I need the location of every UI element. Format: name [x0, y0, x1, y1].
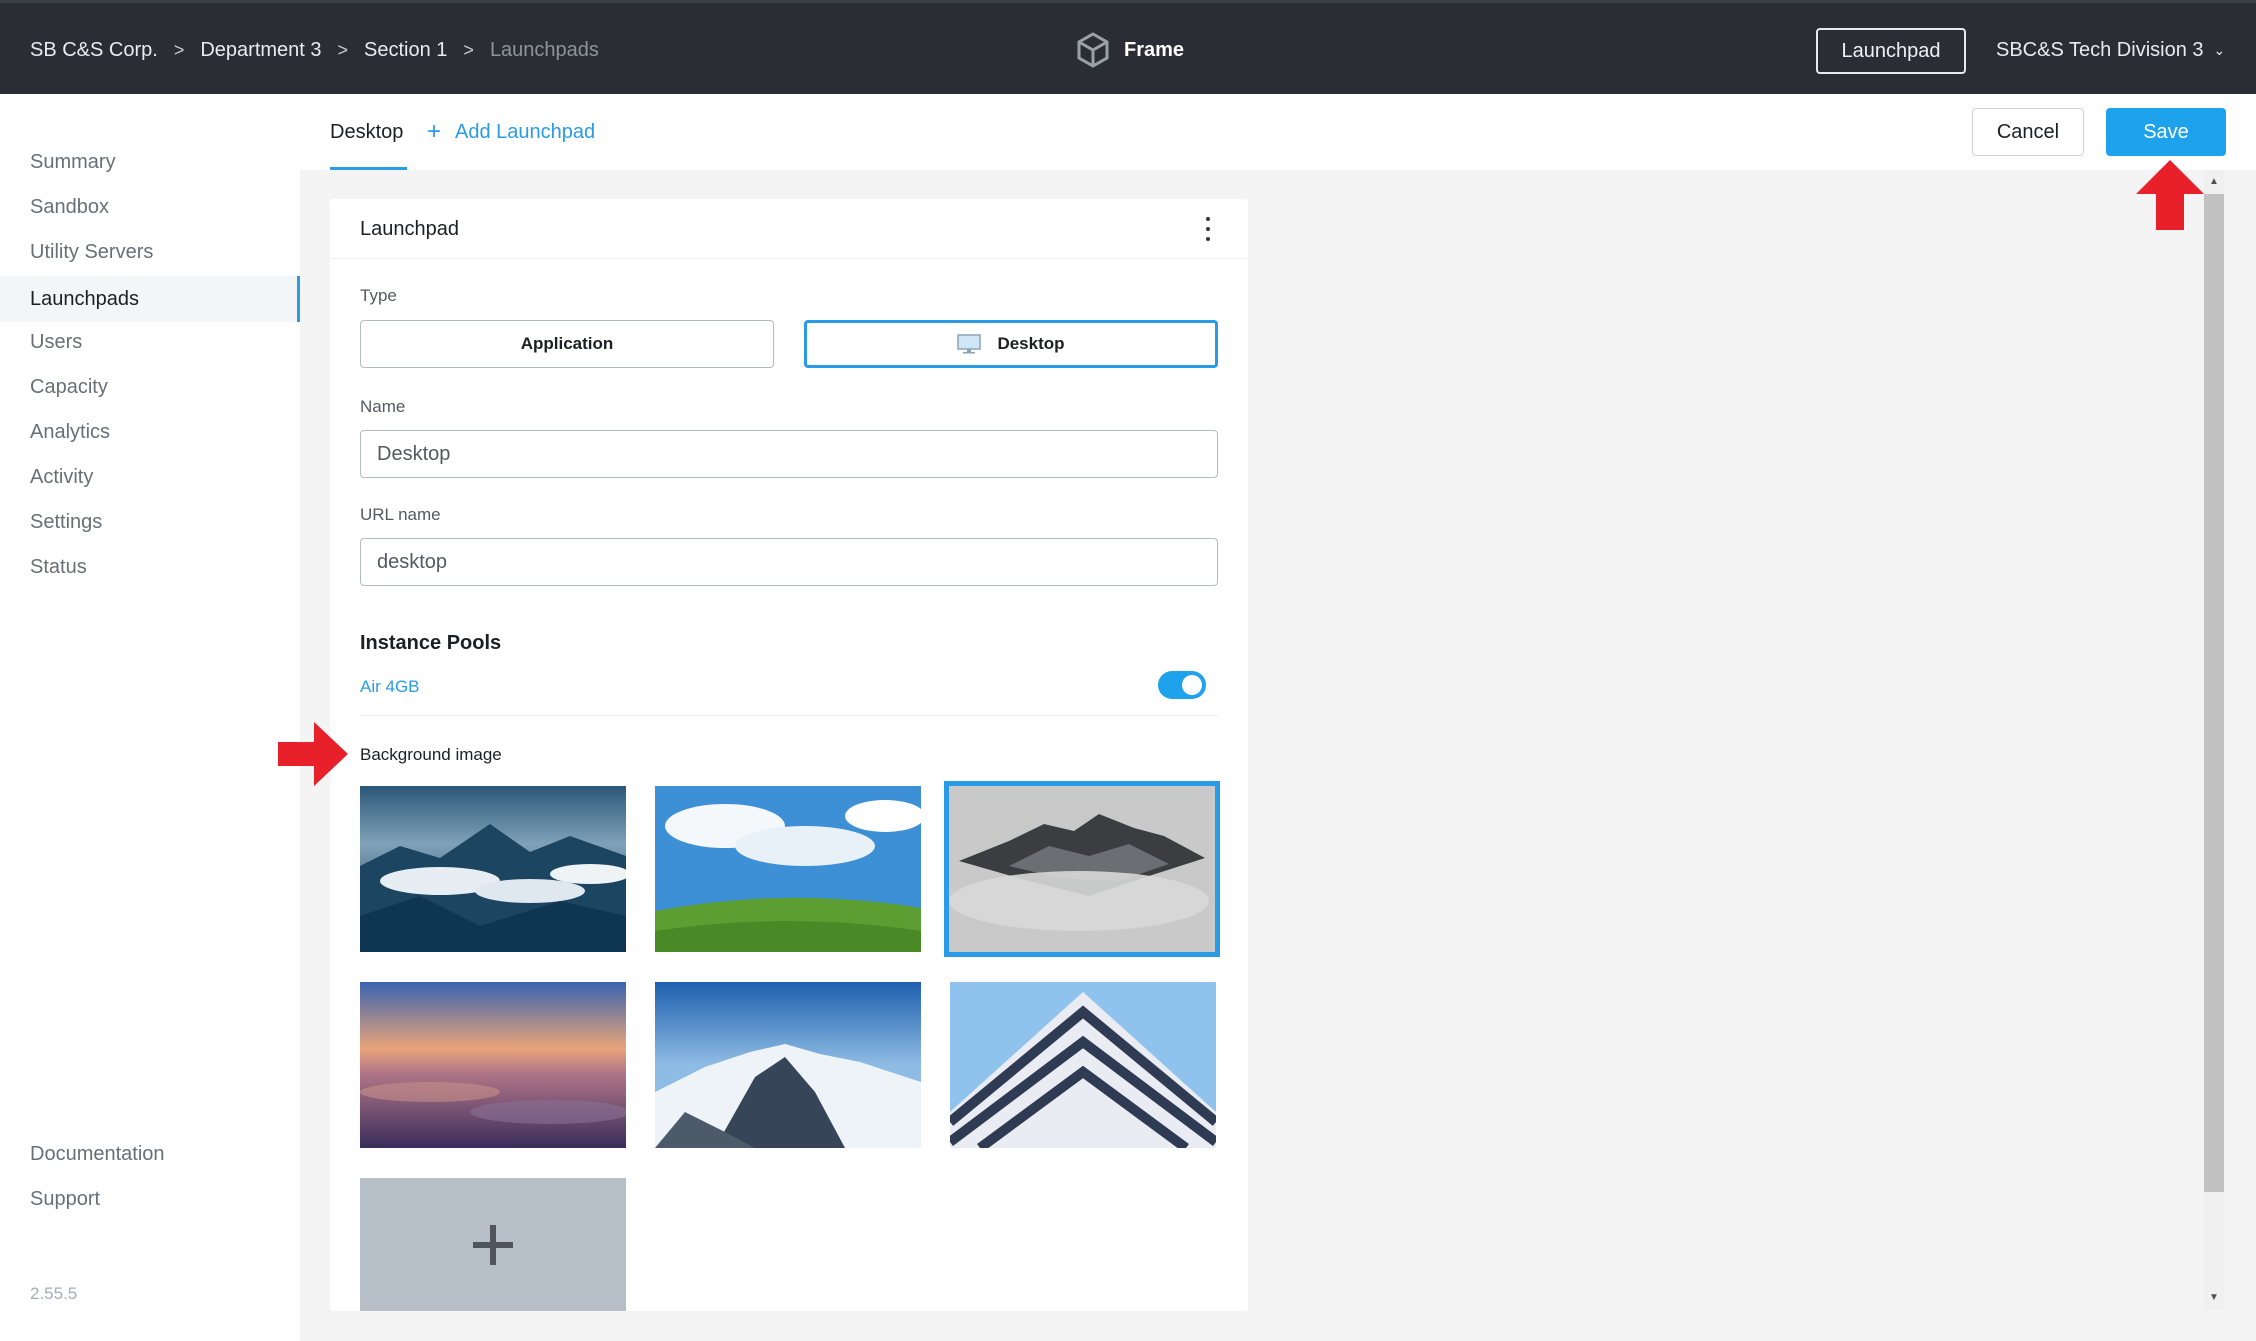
bg-image-snowy-mountains[interactable] — [655, 982, 921, 1148]
breadcrumb-item-section[interactable]: Section 1 — [364, 39, 447, 62]
name-input[interactable]: Desktop — [360, 430, 1218, 478]
breadcrumb-separator: > — [173, 39, 185, 60]
sidebar-item-utility-servers[interactable]: Utility Servers — [30, 232, 300, 272]
type-application-button[interactable]: Application — [360, 320, 774, 368]
bg-image-green-hill[interactable] — [655, 786, 921, 952]
sidebar-item-sandbox[interactable]: Sandbox — [30, 187, 300, 227]
breadcrumb-item-department[interactable]: Department 3 — [200, 39, 321, 62]
chevron-down-icon: ⌄ — [2213, 41, 2226, 58]
tab-desktop[interactable]: Desktop — [330, 94, 403, 170]
sidebar-item-status[interactable]: Status — [30, 547, 300, 587]
type-label: Type — [360, 286, 397, 305]
divider — [360, 715, 1218, 716]
annotation-arrow-up-icon — [2136, 160, 2204, 230]
url-name-label: URL name — [360, 505, 441, 524]
more-options-icon[interactable] — [1202, 217, 1214, 241]
url-name-input[interactable]: desktop — [360, 538, 1218, 586]
launchpad-button[interactable]: Launchpad — [1816, 28, 1966, 74]
sidebar-item-support[interactable]: Support — [30, 1179, 300, 1219]
toggle-knob — [1182, 675, 1202, 695]
launchpad-card: Launchpad Type Application Desktop Name … — [330, 199, 1248, 1311]
brand-logo: Frame — [1076, 3, 1184, 97]
add-background-image-button[interactable] — [360, 1178, 626, 1311]
version-label: 2.55.5 — [30, 1284, 78, 1303]
card-header: Launchpad — [330, 199, 1248, 259]
top-bar: SB C&S Corp. > Department 3 > Section 1 … — [0, 0, 2256, 94]
scrollbar-thumb[interactable] — [2204, 194, 2224, 1192]
org-name: SBC&S Tech Division 3 — [1996, 38, 2204, 61]
monitor-icon — [957, 334, 982, 354]
tab-active-indicator — [330, 167, 407, 170]
plus-icon — [473, 1224, 513, 1265]
sidebar: Summary Sandbox Utility Servers Launchpa… — [0, 94, 300, 1341]
pool-name: Air 4GB — [360, 677, 420, 696]
sidebar-item-launchpads[interactable]: Launchpads — [0, 276, 300, 322]
plus-icon: + — [427, 118, 442, 145]
bg-image-mountains-clouds[interactable] — [360, 786, 626, 952]
breadcrumb-separator: > — [337, 39, 349, 60]
sidebar-item-summary[interactable]: Summary — [30, 142, 300, 182]
org-selector[interactable]: SBC&S Tech Division 3 ⌄ — [1996, 3, 2225, 97]
breadcrumb-item-corp[interactable]: SB C&S Corp. — [30, 39, 158, 62]
sidebar-item-analytics[interactable]: Analytics — [30, 412, 300, 452]
bg-image-sunset-clouds[interactable] — [360, 982, 626, 1148]
sidebar-item-capacity[interactable]: Capacity — [30, 367, 300, 407]
sidebar-item-settings[interactable]: Settings — [30, 502, 300, 542]
type-desktop-button[interactable]: Desktop — [804, 320, 1218, 368]
card-title: Launchpad — [360, 217, 459, 240]
brand-name: Frame — [1124, 38, 1185, 61]
sidebar-item-activity[interactable]: Activity — [30, 457, 300, 497]
tab-bar: Desktop + Add Launchpad — [300, 94, 2256, 170]
sidebar-item-documentation[interactable]: Documentation — [30, 1134, 300, 1174]
name-label: Name — [360, 397, 406, 416]
scroll-up-arrow-icon[interactable]: ▲ — [2204, 172, 2224, 192]
cube-icon — [1077, 32, 1109, 68]
breadcrumb-item-launchpads: Launchpads — [489, 38, 599, 61]
instance-pools-title: Instance Pools — [360, 632, 502, 654]
bg-image-white-building[interactable] — [950, 982, 1216, 1148]
add-launchpad-label: Add Launchpad — [455, 120, 596, 143]
annotation-arrow-right-icon — [278, 722, 348, 786]
cancel-button[interactable]: Cancel — [1972, 108, 2084, 156]
type-desktop-label: Desktop — [997, 334, 1065, 353]
breadcrumb: SB C&S Corp. > Department 3 > Section 1 … — [30, 3, 599, 97]
save-button[interactable]: Save — [2106, 108, 2226, 156]
add-launchpad-tab[interactable]: + Add Launchpad — [427, 94, 595, 170]
background-image-label: Background image — [360, 745, 502, 764]
sidebar-item-users[interactable]: Users — [30, 322, 300, 362]
bg-image-misty-peak[interactable] — [944, 781, 1220, 957]
breadcrumb-separator: > — [463, 39, 474, 60]
pool-toggle[interactable] — [1158, 671, 1206, 699]
scroll-down-arrow-icon[interactable]: ▼ — [2204, 1288, 2224, 1308]
